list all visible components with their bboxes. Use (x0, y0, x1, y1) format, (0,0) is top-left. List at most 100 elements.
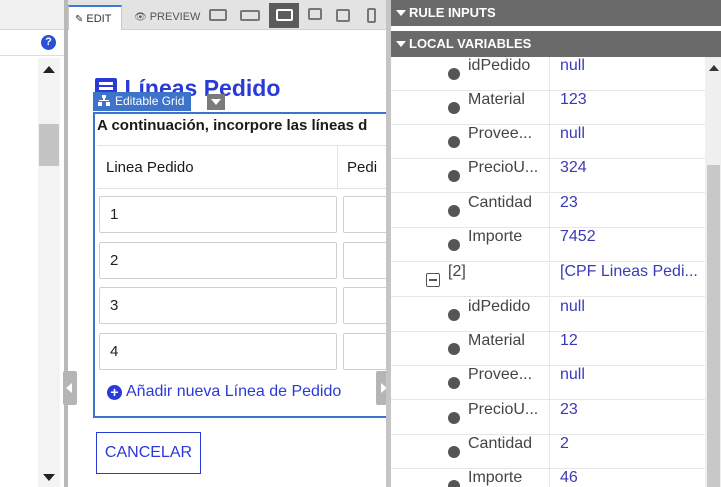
variable-row[interactable]: Material 123 (391, 91, 705, 125)
left-sidebar-strip: ? (0, 0, 64, 487)
rule-inputs-header[interactable]: RULE INPUTS (391, 0, 721, 26)
bullet-icon (448, 480, 460, 487)
collapse-left-handle-icon[interactable] (63, 371, 77, 405)
variable-row[interactable]: Provee... null (391, 125, 705, 159)
code-view-icon (209, 9, 227, 21)
variable-name: Material (468, 332, 525, 349)
variable-separator (549, 57, 550, 91)
variable-name: Importe (468, 469, 523, 486)
tab-edit-label: EDIT (86, 13, 112, 25)
add-line-label: Añadir nueva Línea de Pedido (126, 383, 342, 400)
cancel-button[interactable]: CANCELAR (96, 432, 201, 474)
grid-cell-pedido[interactable] (343, 196, 386, 233)
grid-cell-linea-pedido[interactable]: 1 (99, 196, 337, 233)
variable-row[interactable]: PrecioU... 324 (391, 159, 705, 193)
variable-value: 2 (560, 435, 569, 452)
bullet-icon (448, 446, 460, 458)
variable-row[interactable]: Provee... null (391, 366, 705, 400)
variable-group-row[interactable]: [2] [CPF Lineas Pedi... (391, 263, 705, 297)
code-view-button[interactable] (203, 3, 233, 28)
variable-value: 12 (560, 332, 578, 349)
variable-row[interactable]: PrecioU... 23 (391, 401, 705, 435)
laptop-device-button[interactable] (300, 3, 330, 28)
scroll-up-arrow-icon[interactable] (709, 65, 719, 71)
variable-value: 23 (560, 194, 578, 211)
local-variables-header[interactable]: LOCAL VARIABLES (391, 31, 721, 57)
desktop-device-button[interactable] (269, 3, 299, 28)
variable-value: null (560, 366, 585, 383)
variable-separator (549, 401, 550, 435)
canvas-toolbar: ✎ EDIT 👁 PREVIEW (68, 0, 386, 30)
grid-cell-linea-pedido[interactable]: 4 (99, 333, 337, 370)
variable-value: null (560, 57, 585, 74)
variable-separator (549, 469, 550, 487)
scroll-down-arrow-icon[interactable] (43, 474, 55, 481)
scroll-up-arrow-icon[interactable] (43, 66, 55, 73)
right-panel: RULE INPUTS LOCAL VARIABLES idPedido nul… (391, 0, 721, 487)
grid-cell-pedido[interactable] (343, 242, 386, 279)
bullet-icon (448, 239, 460, 251)
variable-value: null (560, 125, 585, 142)
tab-preview-label: PREVIEW (149, 11, 201, 23)
variable-value: 7452 (560, 228, 596, 245)
variable-group-name: [2] (448, 263, 466, 280)
design-canvas: Líneas Pedido Editable Grid A continuaci… (68, 31, 386, 487)
grid-cell-linea-pedido[interactable]: 2 (99, 242, 337, 279)
variable-row[interactable]: Cantidad 2 (391, 435, 705, 469)
grid-cell-pedido[interactable] (343, 287, 386, 324)
scroll-thumb[interactable] (707, 165, 720, 487)
column-header-linea-pedido: Linea Pedido (97, 145, 337, 189)
chevron-down-icon[interactable] (207, 94, 225, 110)
variable-value: 46 (560, 469, 578, 486)
editable-grid-tag-label: Editable Grid (115, 94, 185, 108)
variable-name: Provee... (468, 125, 533, 142)
variable-value: [CPF Lineas Pedi... (560, 263, 698, 280)
grid-instructions: A continuación, incorpore las líneas d (97, 117, 368, 134)
grid-cell-linea-pedido[interactable]: 3 (99, 287, 337, 324)
collapse-icon[interactable] (426, 273, 440, 287)
bullet-icon (448, 343, 460, 355)
variable-separator (549, 435, 550, 469)
variable-value: 123 (560, 91, 587, 108)
tab-preview[interactable]: 👁 PREVIEW (128, 5, 202, 30)
bullet-icon (448, 412, 460, 424)
variable-separator (549, 298, 550, 332)
add-circle-icon: + (107, 385, 122, 400)
variable-separator (549, 228, 550, 262)
variable-name: PrecioU... (468, 401, 539, 418)
scroll-thumb[interactable] (39, 124, 59, 166)
left-scrollbar[interactable] (38, 58, 60, 487)
variable-separator (549, 91, 550, 125)
monitor-icon (240, 10, 260, 21)
eye-icon: 👁 (134, 12, 147, 23)
variable-row[interactable]: Material 12 (391, 332, 705, 366)
variable-value: 324 (560, 159, 587, 176)
editable-grid-tag[interactable]: Editable Grid (93, 92, 192, 111)
variable-value: null (560, 298, 585, 315)
tab-edit[interactable]: ✎ EDIT (68, 5, 122, 30)
desktop-icon (276, 9, 293, 21)
variable-row[interactable]: idPedido null (391, 298, 705, 332)
variable-row[interactable]: Cantidad 23 (391, 194, 705, 228)
add-line-link[interactable]: + Añadir nueva Línea de Pedido (107, 383, 341, 401)
phone-icon (367, 8, 376, 23)
phone-device-button[interactable] (356, 3, 386, 28)
help-icon[interactable]: ? (41, 35, 56, 50)
variable-name: Importe (468, 228, 523, 245)
variable-name: Provee... (468, 366, 533, 383)
bullet-icon (448, 68, 460, 80)
monitor-device-button[interactable] (235, 3, 265, 28)
variable-row[interactable]: Importe 46 (391, 469, 705, 487)
tablet-device-button[interactable] (328, 3, 358, 28)
variable-name: Cantidad (468, 435, 533, 452)
grid-cell-pedido[interactable] (343, 333, 386, 370)
variable-separator (549, 194, 550, 228)
variable-row[interactable]: Importe 7452 (391, 228, 705, 262)
bullet-icon (448, 309, 460, 321)
variable-name: Cantidad (468, 194, 533, 211)
variable-name: PrecioU... (468, 159, 539, 176)
variable-row[interactable]: idPedido null (391, 57, 705, 91)
editable-grid: A continuación, incorpore las líneas d L… (93, 112, 386, 418)
variable-value: 23 (560, 401, 578, 418)
variable-separator (549, 332, 550, 366)
